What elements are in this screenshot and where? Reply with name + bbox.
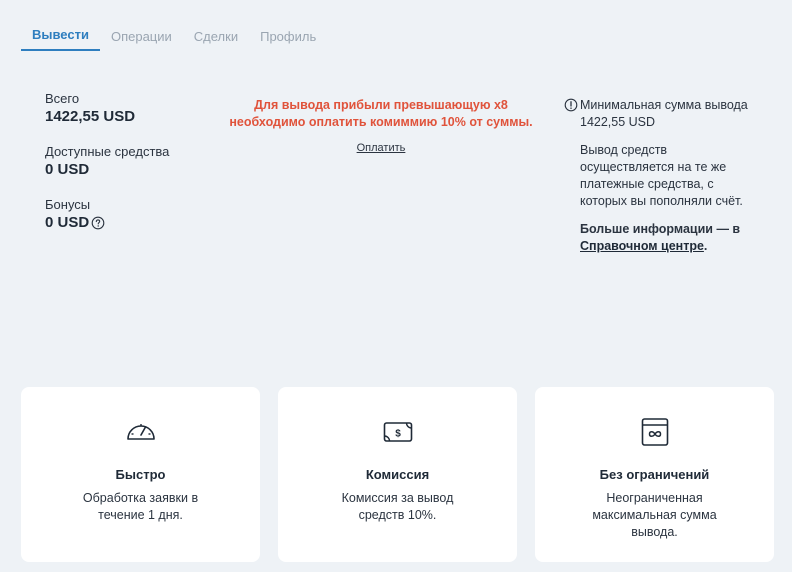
- method-text: Вывод средств осуществляется на те же пл…: [580, 143, 743, 208]
- balance-summary: Всего 1422,55 USD Доступные средства 0 U…: [45, 90, 169, 249]
- card-desc-commission: Комиссия за вывод средств 10%.: [341, 491, 454, 522]
- total-stat: Всего 1422,55 USD: [45, 90, 169, 127]
- available-amount: 0 USD: [45, 161, 90, 178]
- withdraw-info: Минимальная сумма вывода 1422,55 USD Выв…: [564, 97, 764, 255]
- available-value: 0 USD: [45, 160, 169, 180]
- help-center-text: Больше информации — в Справочном центре.: [580, 221, 764, 255]
- help-icon[interactable]: [91, 216, 105, 230]
- card-desc-unlimited: Неограниченная максимальная сумма вывода…: [592, 491, 717, 539]
- card-desc-fast: Обработка заявки в течение 1 дня.: [82, 491, 199, 522]
- commission-notice: Для вывода прибыли превышающую x8 необхо…: [220, 97, 542, 156]
- feature-cards: Быстро Обработка заявки в течение 1 дня.…: [21, 387, 774, 562]
- card-title-commission: Комиссия: [365, 467, 430, 482]
- exclamation-icon: [564, 98, 578, 112]
- tab-operations[interactable]: Операции: [100, 24, 183, 51]
- bonus-value: 0 USD: [45, 213, 169, 233]
- speedometer-icon: [126, 424, 155, 440]
- bonus-amount: 0 USD: [45, 214, 90, 231]
- feature-card-commission: $ Комиссия Комиссия за вывод средств 10%…: [278, 387, 517, 562]
- help-center-prefix: Больше информации — в: [580, 222, 741, 236]
- feature-card-fast: Быстро Обработка заявки в течение 1 дня.: [21, 387, 260, 562]
- bonus-label: Бонусы: [45, 197, 91, 212]
- bonus-stat: Бонусы 0 USD: [45, 196, 169, 233]
- available-label: Доступные средства: [45, 144, 170, 159]
- tab-deals[interactable]: Сделки: [183, 24, 249, 51]
- feature-card-unlimited: Без ограничений Неограниченная максималь…: [535, 387, 774, 562]
- help-center-link[interactable]: Справочном центре: [580, 239, 704, 253]
- total-amount: 1422,55 USD: [45, 108, 136, 125]
- available-stat: Доступные средства 0 USD: [45, 143, 169, 180]
- notice-line-1: Для вывода прибыли превышающую x8: [254, 98, 508, 112]
- total-value: 1422,55 USD: [45, 107, 169, 127]
- total-label: Всего: [45, 91, 80, 106]
- minimum-text: Минимальная сумма вывода 1422,55 USD: [580, 98, 748, 129]
- card-title-unlimited: Без ограничений: [599, 467, 710, 482]
- card-title-fast: Быстро: [115, 467, 166, 482]
- banknote-icon: $: [383, 422, 412, 442]
- notice-line-2: необходимо оплатить комиммию 10% от сумм…: [229, 115, 533, 129]
- infinity-window-icon: [641, 418, 668, 446]
- tab-withdraw[interactable]: Вывести: [21, 22, 100, 51]
- minimum-info: Минимальная сумма вывода 1422,55 USD: [564, 97, 764, 131]
- tab-profile[interactable]: Профиль: [249, 24, 327, 51]
- help-center-suffix: .: [703, 239, 708, 253]
- tab-bar: Вывести Операции Сделки Профиль: [21, 22, 327, 51]
- pay-link[interactable]: Оплатить: [357, 142, 406, 154]
- svg-text:$: $: [395, 429, 401, 440]
